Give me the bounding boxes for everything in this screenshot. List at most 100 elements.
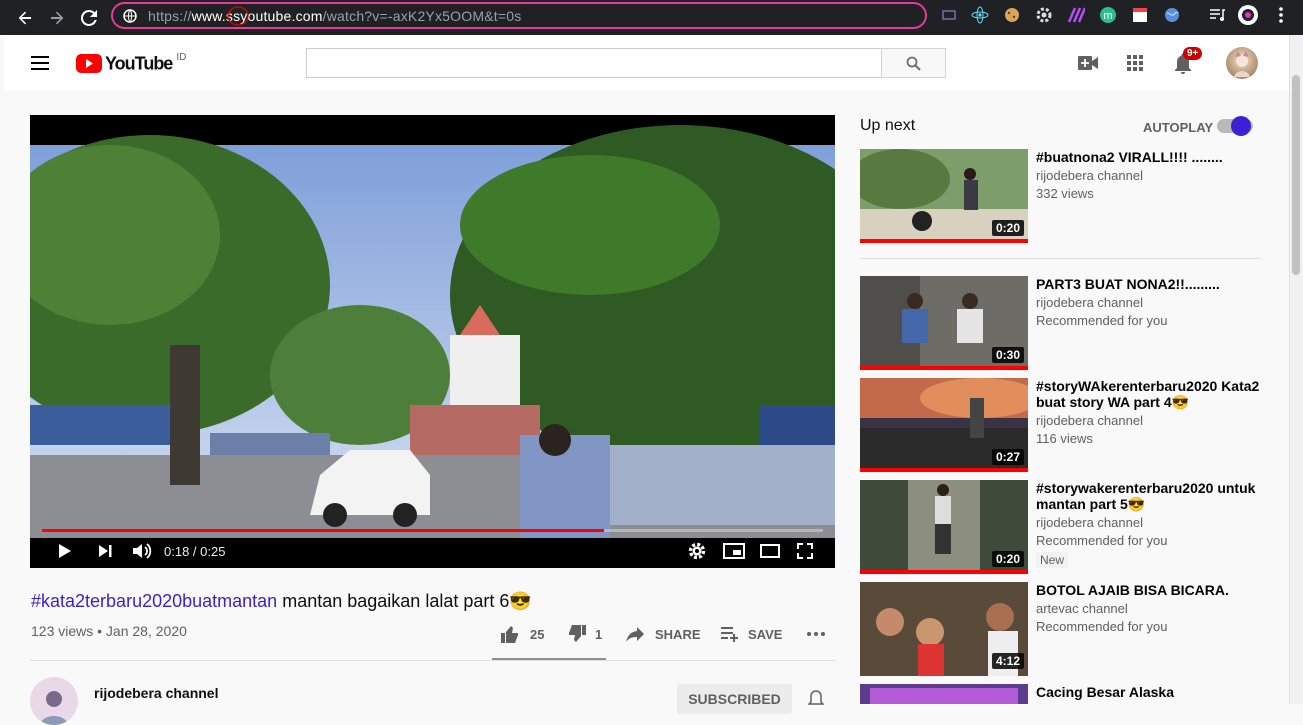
rec-channel: rijodebera channel [1036,515,1143,530]
miniplayer-button[interactable] [722,538,746,564]
rec-title: #buatnona2 VIRALL!!!! ........ [1036,149,1223,165]
play-button[interactable] [54,538,76,564]
scrollbar-thumb[interactable] [1292,75,1300,275]
rec-title: Cacing Besar Alaska [1036,684,1174,700]
video-title: #kata2terbaru2020buatmantan mantan bagai… [31,590,532,612]
youtube-logo[interactable]: YouTube ID [76,52,187,74]
forward-button[interactable] [44,5,70,31]
rec-thumbnail-image [860,684,1028,704]
reload-icon [81,9,97,26]
ext-cookie-icon[interactable] [1003,6,1021,24]
rec-info-3[interactable]: #storyWAkerenterbaru2020 Kata2 buat stor… [1036,378,1266,448]
back-arrow-icon [18,11,31,24]
rec-views: 116 views [1036,431,1093,446]
youtube-play-logo-icon [76,54,102,73]
back-button[interactable] [12,5,38,31]
ext-stripes-icon[interactable] [1067,6,1085,24]
ext-react-icon[interactable] [971,6,989,24]
rec-channel: rijodebera channel [1036,413,1143,428]
rec-title: PART3 BUAT NONA2!!......... [1036,276,1220,292]
video-hashtag-link[interactable]: #kata2terbaru2020buatmantan [31,591,277,611]
time-display: 0:18 / 0:25 [164,543,226,559]
rec-views: Recommended for you [1036,619,1168,634]
channel-avatar[interactable] [30,677,78,725]
rec-thumbnail-1[interactable]: 0:20 [860,149,1028,243]
profile-icon[interactable] [1237,4,1259,26]
search-input[interactable] [306,48,882,78]
rec-views: 332 views [1036,186,1094,201]
fullscreen-icon [797,543,813,559]
notifications-button[interactable]: 9+ [1173,47,1203,80]
rec-views: Recommended for you [1036,533,1168,548]
rec-thumbnail-6[interactable] [860,684,1028,704]
volume-button[interactable] [130,538,154,564]
avatar[interactable] [1226,47,1258,79]
autoplay-label: AUTOPLAY [1143,120,1214,135]
ext-m-icon[interactable]: m [1099,6,1117,24]
theater-mode-button[interactable] [758,538,782,564]
reload-button[interactable] [76,5,102,31]
autoplay-toggle-knob [1231,116,1251,136]
rec-duration: 0:27 [991,449,1024,465]
rec-info-2[interactable]: PART3 BUAT NONA2!!......... rijodebera c… [1036,276,1266,330]
theater-mode-icon [760,544,780,558]
region-code: ID [176,52,187,63]
hamburger-menu-icon[interactable] [31,56,49,70]
next-button[interactable] [94,538,116,564]
ext-cast-icon[interactable] [940,6,958,24]
ext-media-icon[interactable] [1208,6,1226,24]
subscribe-button[interactable]: SUBSCRIBED [677,684,792,714]
logo-text: YouTube [105,52,173,74]
dislike-button[interactable]: 1 [567,624,602,644]
miniplayer-icon [723,543,745,559]
new-badge: New [1036,552,1069,568]
video-frame-image [30,115,835,568]
notification-count-badge: 9+ [1183,47,1203,60]
thumbs-down-icon [569,625,586,642]
skip-next-icon [99,545,112,557]
rec-thumbnail-3[interactable]: 0:27 [860,378,1028,472]
forward-arrow-icon [51,11,64,24]
autoplay-toggle[interactable] [1217,116,1253,136]
ext-calendar-icon[interactable] [1131,6,1149,24]
rec-info-4[interactable]: #storywakerenterbaru2020 untuk mantan pa… [1036,480,1266,569]
create-video-icon[interactable] [1078,56,1098,70]
settings-button[interactable] [686,538,708,564]
browser-menu-icon[interactable] [1272,6,1290,24]
like-button[interactable]: 25 [500,624,544,644]
rec-thumbnail-5[interactable]: 4:12 [860,582,1028,676]
rec-duration: 0:30 [991,347,1024,363]
video-progress-bar[interactable] [42,529,823,532]
address-bar[interactable]: https://www.ssyoutube.com/watch?v=-axK2Y… [111,2,927,29]
rec-thumbnail-2[interactable]: 0:30 [860,276,1028,370]
channel-name[interactable]: rijodebera channel [94,685,218,701]
search-button[interactable] [881,48,946,78]
notification-bell-icon[interactable] [808,690,824,708]
more-actions-button[interactable] [806,624,826,644]
apps-grid-icon[interactable] [1127,55,1143,71]
site-info-icon[interactable] [123,9,137,23]
video-player[interactable]: 0:18 / 0:25 [30,115,835,568]
save-button[interactable]: SAVE [721,624,782,644]
ext-globe-icon[interactable] [1163,6,1181,24]
watched-bar [860,570,1028,574]
fullscreen-button[interactable] [794,538,816,564]
divider [30,660,835,661]
rec-info-5[interactable]: BOTOL AJAIB BISA BICARA. artevac channel… [1036,582,1266,636]
rec-views: Recommended for you [1036,313,1168,328]
volume-icon [133,543,152,559]
dislike-count: 1 [595,626,603,642]
rec-title: BOTOL AJAIB BISA BICARA. [1036,582,1229,598]
ext-gear-icon[interactable] [1035,6,1053,24]
page-scrollbar[interactable] [1289,35,1303,704]
rec-thumbnail-4[interactable]: 0:20 [860,480,1028,574]
rec-info-6[interactable]: Cacing Besar Alaska [1036,684,1266,700]
like-count: 25 [530,626,545,642]
watched-bar [860,239,1028,243]
rec-info-1[interactable]: #buatnona2 VIRALL!!!! ........ rijodeber… [1036,149,1266,203]
search-icon [906,56,921,71]
rec-title: #storywakerenterbaru2020 untuk mantan pa… [1036,480,1256,512]
share-button[interactable]: SHARE [626,624,701,644]
rec-channel: rijodebera channel [1036,295,1143,310]
url-text: https://www.ssyoutube.com/watch?v=-axK2Y… [148,7,522,24]
